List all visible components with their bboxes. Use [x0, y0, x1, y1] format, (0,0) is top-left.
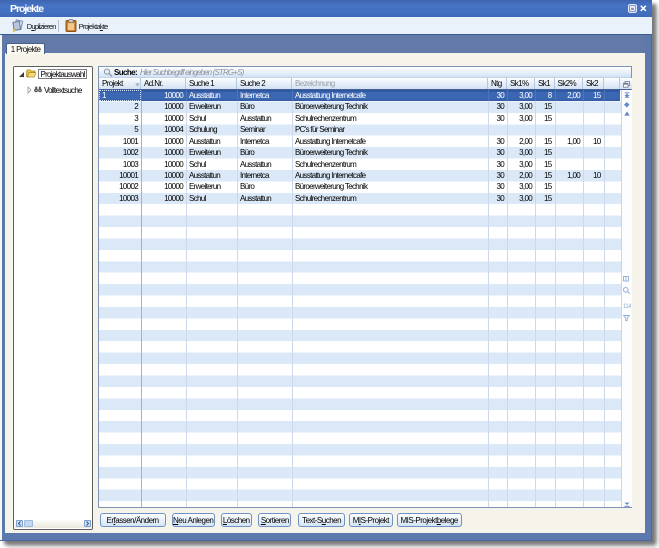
svg-text:114: 114	[623, 304, 631, 309]
